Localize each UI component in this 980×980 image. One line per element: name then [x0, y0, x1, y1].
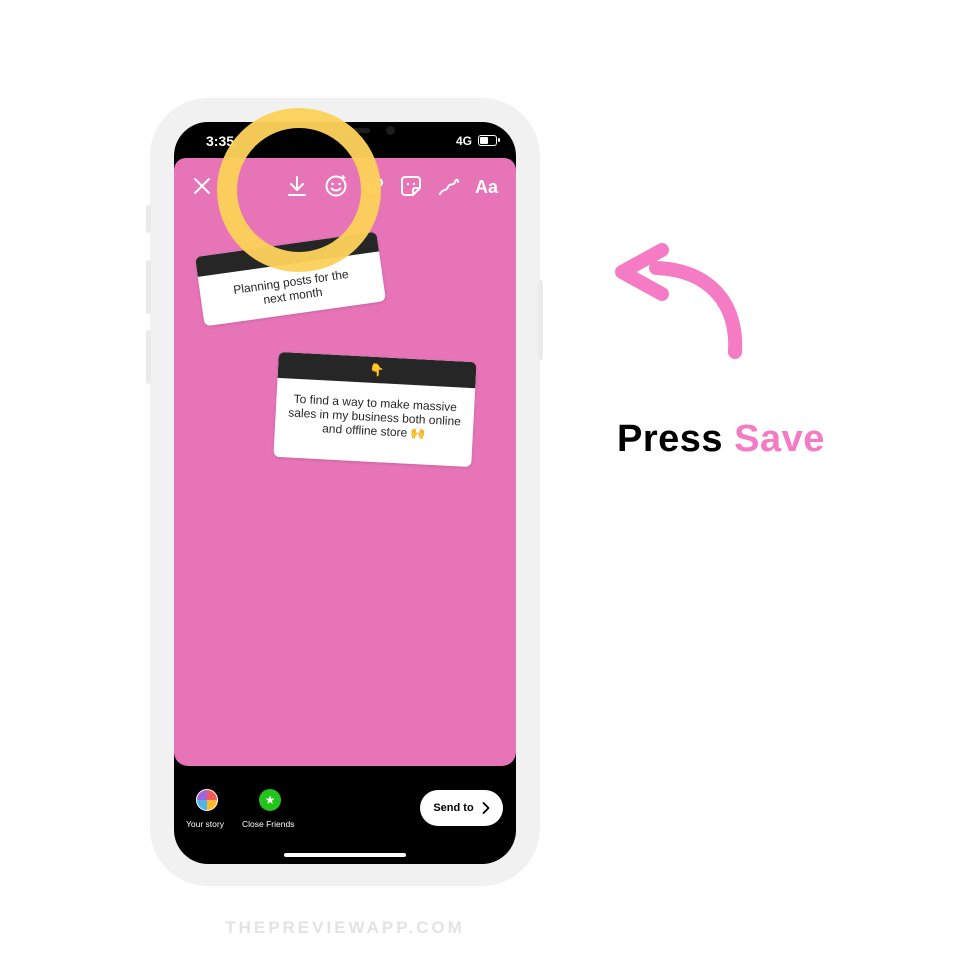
battery-icon — [478, 135, 497, 146]
close-friends-label[interactable]: Close Friends — [242, 819, 294, 829]
chevron-right-icon — [482, 802, 490, 814]
send-to-button[interactable]: Send to — [420, 790, 503, 826]
battery-tip — [498, 138, 500, 142]
volume-down-button — [146, 330, 151, 384]
instruction-label: Press Save — [617, 418, 825, 461]
battery-level — [480, 137, 488, 144]
question-sticker[interactable]: 👇 To find a way to make massive sales in… — [273, 351, 477, 468]
instruction-word-press: Press — [617, 418, 724, 460]
watermark: THEPREVIEWAPP.COM — [225, 918, 465, 937]
your-story-label[interactable]: Your story — [186, 819, 224, 829]
text-tool-button[interactable]: Aa — [475, 177, 498, 197]
volume-up-button — [146, 260, 151, 314]
network-indicator: 4G — [456, 134, 473, 148]
home-indicator — [284, 853, 406, 857]
sticker-icon[interactable] — [400, 175, 422, 197]
sticker-response: To find a way to make massive sales in m… — [275, 378, 476, 443]
your-story-avatar[interactable] — [196, 789, 218, 811]
draw-icon[interactable] — [437, 174, 461, 198]
instruction-word-save: Save — [734, 418, 825, 460]
highlight-circle — [217, 108, 381, 272]
send-to-label: Send to — [433, 802, 474, 814]
curved-arrow-icon — [615, 243, 743, 359]
power-button — [538, 280, 543, 360]
close-icon[interactable] — [193, 177, 211, 195]
front-camera — [386, 126, 395, 135]
star-icon[interactable]: ★ — [259, 789, 281, 811]
mute-switch — [146, 205, 151, 233]
